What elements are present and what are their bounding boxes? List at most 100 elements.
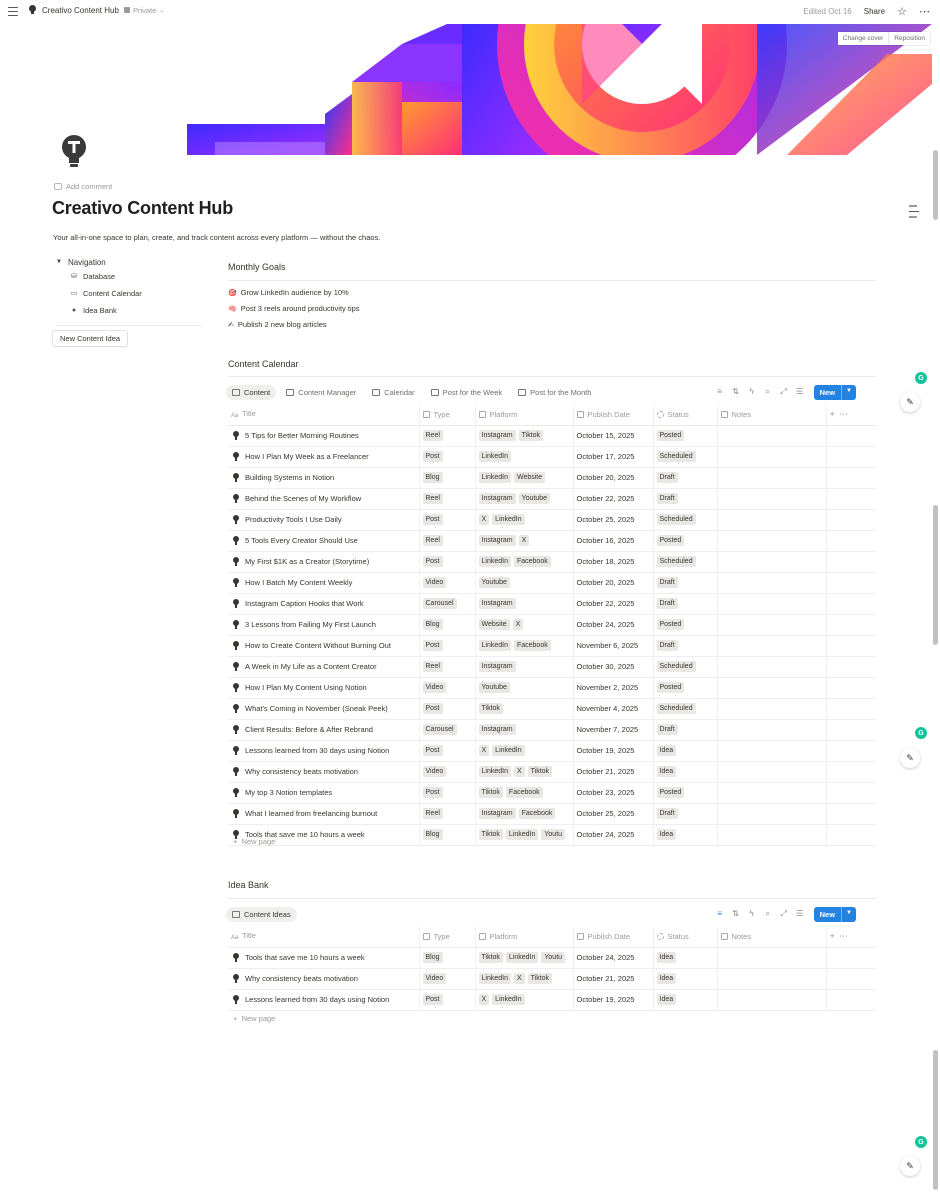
row-title[interactable]: Why consistency beats motivation	[245, 974, 358, 983]
platform-cell[interactable]: LinkedIn X Tiktok	[474, 761, 573, 783]
table-row[interactable]: Behind the Scenes of My Workflow Reel Inst…	[228, 488, 876, 510]
platform-cell[interactable]: LinkedIn Facebook	[474, 635, 573, 657]
table-row[interactable]: How to Create Content Without Burning Ou…	[228, 635, 876, 657]
column-header-publish-date[interactable]: Publish Date	[572, 927, 653, 948]
column-header-platform[interactable]: Platform	[474, 927, 573, 948]
notes-cell[interactable]	[716, 509, 826, 531]
column-header-notes[interactable]: Notes	[716, 405, 826, 426]
lightning-icon[interactable]: ϟ	[748, 388, 756, 396]
notes-cell[interactable]	[716, 989, 826, 1011]
publish-date-cell[interactable]: November 6, 2025	[572, 635, 653, 657]
platform-cell[interactable]: Youtube	[474, 677, 573, 699]
notes-cell[interactable]	[716, 614, 826, 636]
title-cell[interactable]: 5 Tips for Better Morning Routines	[228, 425, 419, 447]
new-content-idea-button[interactable]: New Content Idea	[52, 330, 129, 347]
table-row[interactable]: Why consistency beats motivation Video Lin…	[228, 761, 876, 783]
notes-cell[interactable]	[716, 761, 826, 783]
status-cell[interactable]: Scheduled	[652, 509, 717, 531]
status-cell[interactable]: Posted	[652, 530, 717, 552]
scrollbar-thumb[interactable]	[933, 505, 938, 645]
row-title[interactable]: Lessons learned from 30 days using Notio…	[245, 746, 389, 755]
type-cell[interactable]: Reel	[418, 530, 475, 552]
notes-cell[interactable]	[716, 740, 826, 762]
row-title[interactable]: Lessons learned from 30 days using Notio…	[245, 995, 389, 1004]
publish-date-cell[interactable]: October 23, 2025	[572, 782, 653, 804]
chevron-down-icon[interactable]: ▼	[841, 906, 856, 922]
status-cell[interactable]: Idea	[652, 968, 717, 990]
title-cell[interactable]: How I Plan My Week as a Freelancer	[228, 446, 419, 468]
table-row[interactable]: How I Plan My Week as a Freelancer Post Li…	[228, 446, 876, 468]
row-title[interactable]: What I learned from freelancing burnout	[245, 809, 377, 818]
grammarly-icon[interactable]: G	[915, 727, 927, 739]
title-cell[interactable]: Lessons learned from 30 days using Notio…	[228, 740, 419, 762]
type-cell[interactable]: Post	[418, 698, 475, 720]
filter-icon[interactable]: ≡	[716, 910, 724, 918]
notes-cell[interactable]	[716, 551, 826, 573]
grammarly-icon[interactable]: G	[915, 1136, 927, 1148]
platform-cell[interactable]: LinkedIn Facebook	[474, 551, 573, 573]
status-cell[interactable]: Draft	[652, 803, 717, 825]
column-header-publish-date[interactable]: Publish Date	[572, 405, 653, 426]
publish-date-cell[interactable]: October 20, 2025	[572, 572, 653, 594]
row-title[interactable]: Why consistency beats motivation	[245, 767, 358, 776]
status-cell[interactable]: Idea	[652, 740, 717, 762]
table-row[interactable]: What I learned from freelancing burnout R…	[228, 803, 876, 825]
publish-date-cell[interactable]: November 7, 2025	[572, 719, 653, 741]
row-title[interactable]: A Week in My Life as a Content Creator	[245, 662, 377, 671]
notes-cell[interactable]	[716, 530, 826, 552]
type-cell[interactable]: Post	[418, 635, 475, 657]
notes-cell[interactable]	[716, 467, 826, 489]
row-title[interactable]: Productivity Tools I Use Daily	[245, 515, 342, 524]
assistant-icon[interactable]: ✎	[900, 1156, 920, 1176]
platform-cell[interactable]: LinkedIn	[474, 446, 573, 468]
title-cell[interactable]: My top 3 Notion templates	[228, 782, 419, 804]
column-header-status[interactable]: Status	[652, 405, 717, 426]
status-cell[interactable]: Draft	[652, 719, 717, 741]
notes-cell[interactable]	[716, 968, 826, 990]
share-button[interactable]: Share	[864, 7, 885, 16]
tab-post-for-the-week[interactable]: Post for the Week	[425, 385, 508, 400]
platform-cell[interactable]: Tiktok LinkedIn Youtu	[474, 947, 573, 969]
row-title[interactable]: My top 3 Notion templates	[245, 788, 332, 797]
notes-cell[interactable]	[716, 572, 826, 594]
platform-cell[interactable]: Website X	[474, 614, 573, 636]
status-cell[interactable]: Scheduled	[652, 656, 717, 678]
notes-cell[interactable]	[716, 719, 826, 741]
publish-date-cell[interactable]: October 19, 2025	[572, 740, 653, 762]
type-cell[interactable]: Video	[418, 761, 475, 783]
grammarly-icon[interactable]: G	[915, 372, 927, 384]
column-header-title[interactable]: Aa Title	[228, 405, 419, 426]
new-record-button[interactable]: New ▼	[813, 384, 856, 400]
row-title[interactable]: How I Plan My Week as a Freelancer	[245, 452, 369, 461]
notes-cell[interactable]	[716, 446, 826, 468]
tab-calendar[interactable]: Calendar	[366, 385, 420, 400]
platform-cell[interactable]: LinkedIn Website	[474, 467, 573, 489]
row-title[interactable]: How I Plan My Content Using Notion	[245, 683, 367, 692]
star-icon[interactable]: ☆	[897, 5, 907, 18]
row-title[interactable]: Client Results: Before & After Rebrand	[245, 725, 373, 734]
row-title[interactable]: Tools that save me 10 hours a week	[245, 953, 365, 962]
more-icon[interactable]: ⋯	[839, 409, 848, 419]
scrollbar-thumb[interactable]	[933, 1050, 938, 1190]
notes-cell[interactable]	[716, 803, 826, 825]
table-row[interactable]: How I Batch My Content Weekly Video Youtub…	[228, 572, 876, 594]
page-lightbulb-icon[interactable]	[60, 134, 88, 170]
table-row[interactable]: My top 3 Notion templates Post Tiktok Faceb…	[228, 782, 876, 804]
title-cell[interactable]: What's Coming in November (Sneak Peek)	[228, 698, 419, 720]
publish-date-cell[interactable]: October 21, 2025	[572, 968, 653, 990]
row-title[interactable]: How to Create Content Without Burning Ou…	[245, 641, 391, 650]
table-of-contents-icon[interactable]	[909, 205, 919, 218]
table-row[interactable]: My First $1K as a Creator (Storytime) Pos…	[228, 551, 876, 573]
notes-cell[interactable]	[716, 488, 826, 510]
publish-date-cell[interactable]: October 24, 2025	[572, 824, 653, 846]
publish-date-cell[interactable]: October 24, 2025	[572, 947, 653, 969]
publish-date-cell[interactable]: October 22, 2025	[572, 593, 653, 615]
publish-date-cell[interactable]: October 30, 2025	[572, 656, 653, 678]
status-cell[interactable]: Idea	[652, 824, 717, 846]
type-cell[interactable]: Carousel	[418, 593, 475, 615]
title-cell[interactable]: How I Plan My Content Using Notion	[228, 677, 419, 699]
title-cell[interactable]: Instagram Caption Hooks that Work	[228, 593, 419, 615]
row-title[interactable]: 3 Lessons from Failing My First Launch	[245, 620, 376, 629]
notes-cell[interactable]	[716, 947, 826, 969]
status-cell[interactable]: Posted	[652, 677, 717, 699]
